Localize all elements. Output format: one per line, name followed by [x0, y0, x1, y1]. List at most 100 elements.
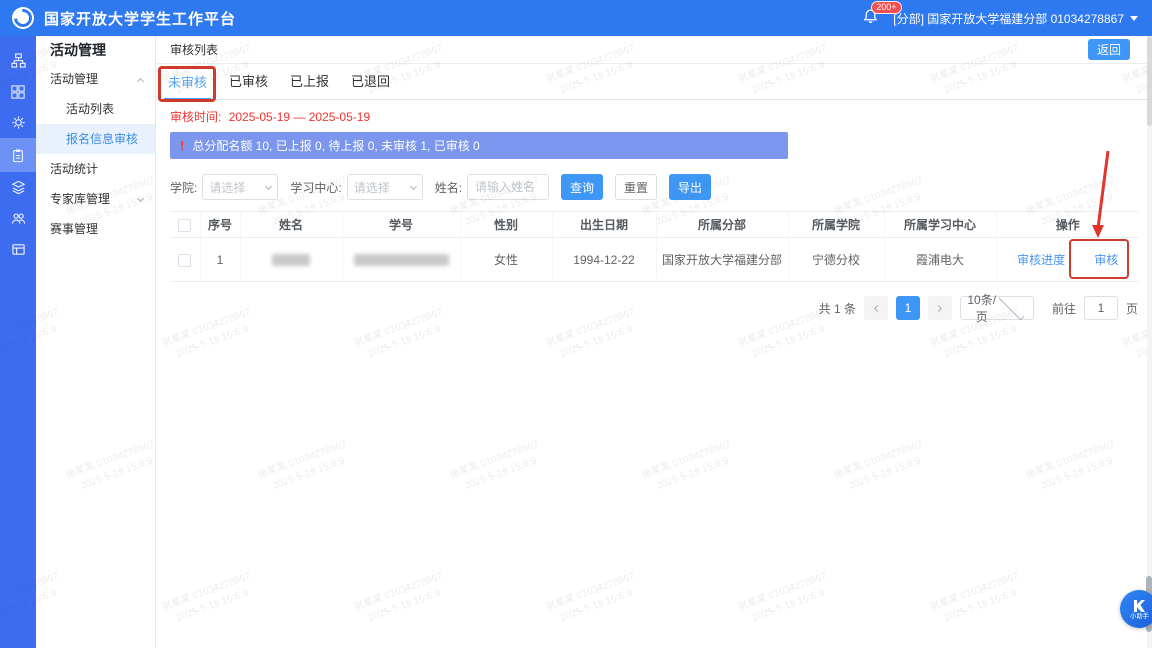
college-filter-label: 学院: [170, 179, 197, 196]
tab-unaudited[interactable]: 未审核 [164, 67, 211, 100]
nav-icon-strip [0, 36, 36, 648]
prev-page-button[interactable] [864, 296, 888, 320]
assistant-floating-button[interactable]: 小助手 [1120, 590, 1152, 628]
assistant-label: 小助手 [1130, 613, 1149, 619]
sidebar-item-activity-statistics[interactable]: 活动统计 [36, 154, 155, 184]
sidebar-icon-settings[interactable] [0, 107, 36, 138]
chevron-down-icon [999, 294, 1024, 319]
page-size-value: 10条/页 [967, 291, 997, 325]
dashboard-grid-icon [11, 85, 25, 99]
center-select-placeholder: 请选择 [354, 179, 411, 196]
scrollbar-thumb[interactable] [1147, 36, 1152, 126]
tab-reported[interactable]: 已上报 [286, 66, 333, 99]
platform-title: 国家开放大学学生工作平台 [44, 8, 236, 29]
notification-bell[interactable]: 200+ [862, 8, 879, 28]
college-select[interactable]: 请选择 [202, 174, 278, 200]
goto-page-input[interactable] [1084, 296, 1118, 320]
chevron-right-icon [935, 304, 942, 311]
platform-logo-icon [12, 7, 34, 29]
gear-icon [11, 115, 26, 130]
col-birthdate: 出生日期 [552, 212, 656, 238]
cell-birthdate: 1994-12-22 [552, 238, 656, 282]
table-row: 1 女性 1994-12-22 国家开放大学福建分部 宁德分校 霞浦电大 审核进… [170, 238, 1139, 282]
quota-summary-banner: ! 总分配名额 10, 已上报 0, 待上报 0, 未审核 1, 已审核 0 [170, 132, 788, 159]
name-filter-label: 姓名: [435, 179, 462, 196]
blurred-student-id [354, 254, 449, 266]
col-student-id: 学号 [342, 212, 460, 238]
col-branch: 所属分部 [656, 212, 788, 238]
sidebar-item-label: 活动列表 [66, 94, 114, 124]
layers-icon [11, 180, 26, 195]
clipboard-icon [11, 148, 25, 163]
search-button[interactable]: 查询 [561, 174, 603, 200]
assistant-play-icon [1131, 599, 1147, 613]
cell-learning-center: 霞浦电大 [884, 238, 996, 282]
select-all-checkbox[interactable] [178, 219, 191, 232]
sidebar-title: 活动管理 [36, 36, 155, 64]
cell-branch: 国家开放大学福建分部 [656, 238, 788, 282]
sidebar-item-expert-management[interactable]: 专家库管理 [36, 184, 155, 214]
table-header-row: 序号 姓名 学号 性别 出生日期 所属分部 所属学院 所属学习中心 操作 [170, 212, 1139, 238]
scrollbar-track [1147, 36, 1152, 648]
col-college: 所属学院 [788, 212, 884, 238]
sidebar-icon-layers[interactable] [0, 172, 36, 203]
page-size-select[interactable]: 10条/页 [960, 296, 1034, 320]
col-index: 序号 [200, 212, 240, 238]
col-name: 姓名 [240, 212, 342, 238]
cell-name-redacted [240, 238, 342, 282]
audit-table: 序号 姓名 学号 性别 出生日期 所属分部 所属学院 所属学习中心 操作 [170, 211, 1138, 282]
goto-label: 前往 [1052, 300, 1076, 317]
tab-audited[interactable]: 已审核 [225, 66, 272, 99]
reset-button[interactable]: 重置 [615, 174, 657, 200]
college-select-placeholder: 请选择 [209, 179, 266, 196]
back-button[interactable]: 返回 [1088, 39, 1130, 60]
sidebar-item-label: 报名信息审核 [66, 124, 138, 154]
cell-gender: 女性 [460, 238, 552, 282]
chevron-down-icon [137, 194, 144, 201]
page-title: 审核列表 [170, 41, 218, 58]
sidebar-item-registration-audit[interactable]: 报名信息审核 [36, 124, 155, 154]
blurred-name [272, 254, 310, 266]
export-button[interactable]: 导出 [669, 174, 711, 200]
tab-returned[interactable]: 已退回 [347, 66, 394, 99]
current-page-button[interactable]: 1 [896, 296, 920, 320]
chevron-left-icon [874, 304, 881, 311]
sidebar-item-activity-list[interactable]: 活动列表 [36, 94, 155, 124]
top-header-bar: 国家开放大学学生工作平台 200+ [分部] 国家开放大学福建分部 010342… [0, 0, 1152, 36]
col-learning-center: 所属学习中心 [884, 212, 996, 238]
sitemap-icon [11, 53, 26, 68]
sidebar-icon-experts[interactable] [0, 203, 36, 234]
sidebar-item-label: 专家库管理 [50, 184, 110, 214]
sidebar-icon-orgchart[interactable] [0, 45, 36, 76]
user-account-menu[interactable]: [分部] 国家开放大学福建分部 01034278867 [893, 10, 1138, 27]
sidebar-icon-audit-active[interactable] [0, 138, 36, 172]
audit-time-label: 审核时间: [170, 110, 221, 124]
next-page-button[interactable] [928, 296, 952, 320]
audit-progress-link[interactable]: 审核进度 [1017, 251, 1065, 268]
learning-center-select[interactable]: 请选择 [347, 174, 423, 200]
audit-time-range: 审核时间: 2025-05-19 — 2025-05-19 [170, 108, 1152, 124]
pagination-bar: 共 1 条 1 10条/页 前往 页 [156, 296, 1138, 320]
sidebar-icon-competitions[interactable] [0, 234, 36, 265]
col-gender: 性别 [460, 212, 552, 238]
users-icon [11, 211, 26, 226]
sidebar-menu: 活动管理 活动管理 活动列表 报名信息审核 活动统计 专家库管理 赛事管理 [36, 36, 156, 648]
user-account-label: [分部] 国家开放大学福建分部 01034278867 [893, 10, 1124, 27]
audit-time-value: 2025-05-19 — 2025-05-19 [229, 110, 370, 124]
filter-bar: 学院: 请选择 学习中心: 请选择 姓名: 查询 重置 导出 [170, 173, 1152, 201]
alert-exclamation-icon: ! [180, 138, 184, 153]
sidebar-item-label: 活动管理 [50, 64, 98, 94]
chevron-down-icon [265, 182, 272, 189]
sidebar-icon-dashboard[interactable] [0, 76, 36, 107]
row-checkbox[interactable] [178, 254, 191, 267]
main-content: 审核列表 返回 未审核 已审核 已上报 已退回 审核时间: 2025-05-19… [156, 36, 1152, 648]
sidebar-item-competition-management[interactable]: 赛事管理 [36, 214, 155, 244]
chevron-down-icon [1130, 16, 1138, 21]
audit-link[interactable]: 审核 [1094, 251, 1118, 268]
cell-index: 1 [200, 238, 240, 282]
name-search-input[interactable] [467, 174, 549, 200]
sidebar-item-label: 活动统计 [50, 154, 98, 184]
total-count: 共 1 条 [819, 300, 856, 317]
sidebar-item-activity-management[interactable]: 活动管理 [36, 64, 155, 94]
notification-badge: 200+ [871, 1, 901, 14]
